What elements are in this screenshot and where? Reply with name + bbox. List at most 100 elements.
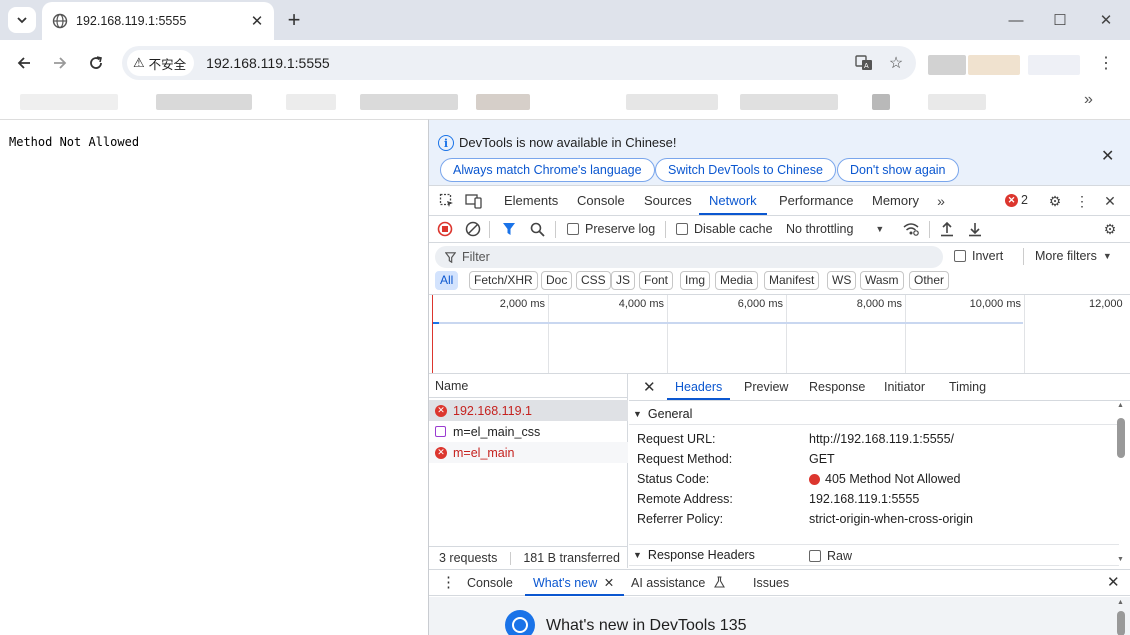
url-text[interactable]: 192.168.119.1:5555 [206,55,852,71]
device-toolbar-icon[interactable] [464,191,484,211]
preserve-log-checkbox[interactable]: Preserve log [567,222,655,236]
menu-kebab-icon[interactable]: ⋮ [1096,52,1116,74]
type-filter-ws[interactable]: WS [827,271,857,290]
bookmark-item-blurred[interactable] [626,94,718,110]
drawer-tab-whats-new[interactable]: What's new ✕ [525,570,625,596]
tab-close-icon[interactable]: ✕ [248,12,266,30]
clear-icon[interactable] [463,219,483,239]
drawer-scrollbar[interactable]: ▲ [1115,599,1127,635]
drawer-menu-kebab-icon[interactable]: ⋮ [441,570,456,596]
tab-elements[interactable]: Elements [504,187,558,215]
bookmark-item-blurred[interactable] [928,94,986,110]
type-filter-media[interactable]: Media [715,271,758,290]
network-settings-gear-icon[interactable]: ⚙ [1100,219,1120,239]
close-tab-icon[interactable]: ✕ [604,576,614,590]
import-har-icon[interactable] [937,219,957,239]
checkbox-box[interactable] [954,250,966,262]
infobar-close-icon[interactable]: ✕ [1101,146,1114,166]
type-filter-manifest[interactable]: Manifest [764,271,820,290]
type-filter-img[interactable]: Img [680,271,711,290]
bookmark-item-blurred[interactable] [360,94,458,110]
bookmark-item-blurred[interactable] [20,94,118,110]
devtools-menu-kebab-icon[interactable]: ⋮ [1072,191,1092,211]
tab-sources[interactable]: Sources [644,187,692,215]
extension-icon-blurred[interactable] [1028,55,1080,75]
export-har-icon[interactable] [965,219,985,239]
scroll-up-arrow-icon[interactable]: ▲ [1117,599,1124,606]
window-close-button[interactable]: ✕ [1096,10,1116,30]
request-row[interactable]: ✕ 192.168.119.1 [429,400,628,421]
minimize-button[interactable]: — [1006,10,1026,30]
filter-funnel-icon[interactable] [499,219,519,239]
tab-initiator[interactable]: Initiator [884,374,925,400]
tab-network[interactable]: Network [699,187,767,215]
new-tab-button[interactable]: + [282,7,306,32]
type-filter-other[interactable]: Other [909,271,950,290]
address-bar[interactable]: ⚠ 不安全 192.168.119.1:5555 A ☆ [122,46,916,80]
request-row[interactable]: m=el_main_css [429,421,628,442]
drawer-close-icon[interactable]: ✕ [1107,570,1120,596]
bookmark-item-blurred[interactable] [286,94,336,110]
extension-icon-blurred[interactable] [968,55,1020,75]
more-filters-dropdown[interactable]: More filters ▼ [1035,249,1112,263]
translate-icon[interactable]: A [852,51,876,75]
chevron-double-right-icon[interactable]: » [1084,91,1102,109]
checkbox-box[interactable] [676,223,688,235]
details-scrollbar[interactable]: ▲ ▼ [1115,402,1127,567]
forward-button[interactable] [48,51,72,75]
type-filter-doc[interactable]: Doc [541,271,573,290]
tab-performance[interactable]: Performance [779,187,853,215]
scrollbar-thumb[interactable] [1117,611,1125,635]
security-chip[interactable]: ⚠ 不安全 [127,50,195,76]
profile-avatar-blurred[interactable] [928,55,966,75]
drawer-tab-console[interactable]: Console [467,570,513,596]
name-column-header[interactable]: Name [429,374,628,398]
tab-preview[interactable]: Preview [744,374,788,400]
more-tabs-chevron-icon[interactable]: » [931,191,951,211]
error-counter[interactable]: ✕ 2 [1005,193,1028,207]
network-conditions-wifi-icon[interactable] [901,219,921,239]
tab-memory[interactable]: Memory [872,187,919,215]
tab-headers[interactable]: Headers [667,374,731,400]
scrollbar-thumb[interactable] [1117,418,1125,458]
dont-show-again-button[interactable]: Don't show again [837,158,959,182]
switch-to-chinese-button[interactable]: Switch DevTools to Chinese [655,158,836,182]
network-overview-timeline[interactable]: 2,000 ms 4,000 ms 6,000 ms 8,000 ms 10,0… [429,294,1130,374]
maximize-button[interactable]: ☐ [1050,10,1070,30]
tab-search-button[interactable] [8,7,36,33]
devtools-close-icon[interactable]: ✕ [1100,191,1120,211]
always-match-language-button[interactable]: Always match Chrome's language [440,158,655,182]
filter-input[interactable]: Filter [435,246,943,268]
bookmark-star-icon[interactable]: ☆ [884,51,908,75]
response-headers-section-header[interactable]: ▼ Response Headers Raw [629,544,1119,566]
drawer-tab-ai-assistance[interactable]: AI assistance [631,570,725,596]
throttling-select[interactable]: No throttling ▼ [786,222,884,236]
disable-cache-checkbox[interactable]: Disable cache [676,222,773,236]
record-stop-icon[interactable] [435,219,455,239]
settings-gear-icon[interactable]: ⚙ [1045,191,1065,211]
inspect-element-icon[interactable] [437,191,457,211]
checkbox-box[interactable] [567,223,579,235]
scroll-down-arrow-icon[interactable]: ▼ [1117,556,1124,563]
bookmark-item-blurred[interactable] [872,94,890,110]
type-filter-css[interactable]: CSS [576,271,611,290]
bookmark-item-blurred[interactable] [476,94,530,110]
bookmark-item-blurred[interactable] [156,94,252,110]
browser-tab[interactable]: 192.168.119.1:5555 ✕ [42,2,274,40]
scroll-up-arrow-icon[interactable]: ▲ [1117,402,1124,409]
raw-checkbox[interactable]: Raw [809,549,852,563]
bookmark-item-blurred[interactable] [740,94,838,110]
type-filter-font[interactable]: Font [639,271,674,290]
type-filter-wasm[interactable]: Wasm [860,271,904,290]
type-filter-fetch-xhr[interactable]: Fetch/XHR [469,271,538,290]
drawer-tab-issues[interactable]: Issues [753,570,789,596]
checkbox-box[interactable] [809,550,821,562]
type-filter-all[interactable]: All [435,271,459,290]
type-filter-js[interactable]: JS [611,271,636,290]
tab-console[interactable]: Console [577,187,625,215]
back-button[interactable] [12,51,36,75]
general-section-header[interactable]: ▼ General [629,403,1119,425]
invert-checkbox[interactable]: Invert [954,249,1003,263]
tab-timing[interactable]: Timing [949,374,986,400]
reload-button[interactable] [84,51,108,75]
